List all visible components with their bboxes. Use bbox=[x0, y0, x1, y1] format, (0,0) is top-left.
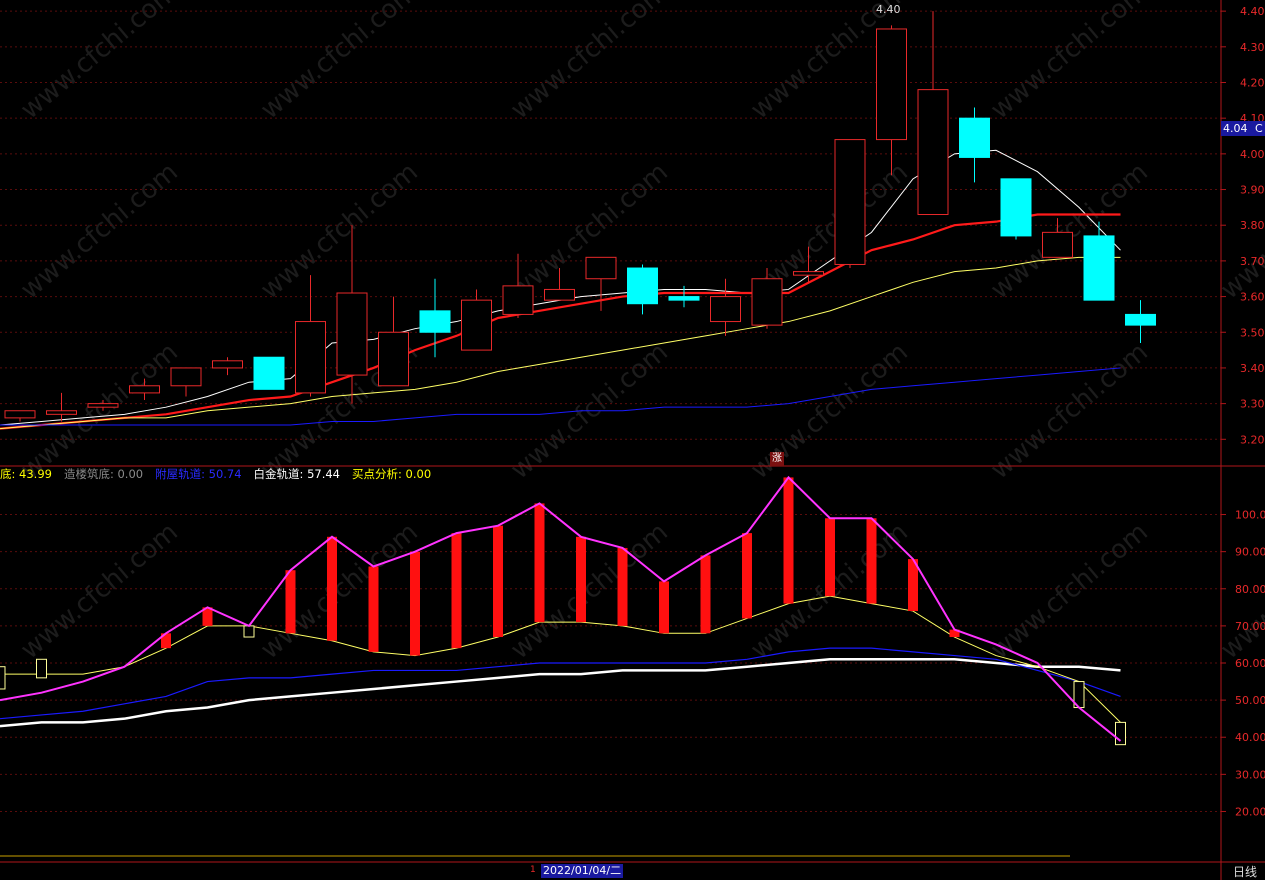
indicator-tick-label: 70.00 bbox=[1235, 620, 1265, 633]
candle-body bbox=[876, 28, 907, 141]
indicator-red-bar bbox=[327, 536, 337, 641]
watermark-text: www.cfchi.com bbox=[985, 337, 1154, 485]
candle-body bbox=[295, 321, 326, 394]
indicator-red-bar bbox=[617, 547, 628, 626]
current-price-tag: 4.04 C bbox=[1221, 121, 1265, 136]
candle-body bbox=[668, 296, 700, 301]
indicator-red-bar bbox=[866, 518, 877, 604]
candle-body bbox=[1125, 313, 1156, 326]
indicator-red-bar bbox=[534, 503, 545, 623]
watermark-text: www.cfchi.com bbox=[15, 0, 184, 125]
candle-body bbox=[959, 117, 990, 158]
cursor-date: 2022/01/04/二 bbox=[541, 864, 624, 878]
candle-body bbox=[544, 288, 575, 301]
candle-body bbox=[1042, 231, 1073, 258]
candle-body bbox=[502, 285, 534, 315]
price-tick-label: 3.70 bbox=[1240, 255, 1265, 268]
candle-body bbox=[336, 292, 368, 376]
indicator-hollow-bar bbox=[36, 658, 47, 679]
candle-body bbox=[627, 267, 658, 305]
candle-body bbox=[461, 299, 492, 351]
price-axis: 3.203.303.403.503.603.703.803.904.004.10… bbox=[0, 0, 1265, 880]
indicator-legend-item: 附屋轨道: 50.74 bbox=[155, 467, 242, 481]
zhang-badge: 涨 bbox=[770, 452, 784, 466]
price-tick-label: 3.40 bbox=[1240, 362, 1265, 375]
indicator-red-bar bbox=[451, 533, 462, 649]
indicator-red-bar bbox=[700, 555, 711, 634]
indicator-legend-item: 底: 43.99 bbox=[0, 467, 52, 481]
candle-body bbox=[170, 367, 202, 387]
candle-body bbox=[129, 385, 160, 394]
price-tick-label: 3.60 bbox=[1240, 291, 1265, 304]
watermark-text: www.cfchi.com bbox=[255, 0, 424, 125]
watermark-text: www.cfchi.com bbox=[985, 0, 1154, 125]
indicator-red-bar bbox=[493, 525, 503, 638]
price-tick-label: 3.30 bbox=[1240, 398, 1265, 411]
indicator-red-bar bbox=[410, 551, 420, 656]
indicator-tick-label: 20.00 bbox=[1235, 805, 1265, 818]
candle-body bbox=[378, 331, 409, 387]
candle-body bbox=[751, 278, 783, 326]
candle-body bbox=[1083, 235, 1115, 301]
candle-body bbox=[253, 356, 285, 390]
price-tick-label: 3.50 bbox=[1240, 326, 1265, 339]
cursor-marker: 1 bbox=[530, 865, 536, 875]
candle-body bbox=[793, 271, 824, 276]
indicator-tick-label: 40.00 bbox=[1235, 731, 1265, 744]
current-price-suffix: C bbox=[1255, 122, 1263, 135]
indicator-tick-label: 80.00 bbox=[1235, 583, 1265, 596]
indicator-tick-label: 100.00 bbox=[1235, 509, 1265, 522]
candle-body bbox=[710, 296, 741, 323]
indicator-legend-item: 买点分析: 0.00 bbox=[352, 467, 432, 481]
price-tick-label: 4.30 bbox=[1240, 41, 1265, 54]
indicator-red-bar bbox=[285, 570, 296, 634]
peak-price-label: 4.40 bbox=[876, 3, 901, 16]
price-tick-label: 4.00 bbox=[1240, 148, 1265, 161]
price-tick-label: 3.20 bbox=[1240, 433, 1265, 446]
watermark-text: www.cfchi.com bbox=[255, 157, 424, 305]
candle-body bbox=[46, 410, 77, 415]
indicator-red-bar bbox=[576, 536, 586, 623]
indicator-legend-item: 造楼筑底: 0.00 bbox=[63, 467, 144, 481]
price-tick-label: 4.40 bbox=[1240, 5, 1265, 18]
watermark-text: www.cfchi.com bbox=[985, 517, 1154, 665]
candle-body bbox=[4, 410, 36, 419]
indicator-tick-label: 60.00 bbox=[1235, 657, 1265, 670]
candle-body bbox=[834, 139, 866, 265]
period-tab-daily[interactable]: 日线 bbox=[1233, 863, 1257, 880]
watermark-text: www.cfchi.com bbox=[15, 157, 184, 305]
candle-body bbox=[212, 360, 243, 369]
indicator-tick-label: 30.00 bbox=[1235, 768, 1265, 781]
indicator-tick-label: 90.00 bbox=[1235, 546, 1265, 559]
watermark-text: www.cfchi.com bbox=[15, 517, 184, 665]
indicator-hollow-bar bbox=[1115, 721, 1126, 746]
price-tick-label: 3.90 bbox=[1240, 184, 1265, 197]
stock-chart[interactable]: www.cfchi.com www.cfchi.com www.cfchi.com w… bbox=[0, 0, 1265, 880]
price-tick-label: 4.20 bbox=[1240, 76, 1265, 89]
indicator-red-bar bbox=[368, 566, 379, 652]
platinum-track-line bbox=[0, 658, 1121, 728]
indicator-hollow-bar bbox=[243, 625, 255, 638]
candle-body bbox=[1000, 178, 1032, 237]
candle-body bbox=[585, 256, 617, 280]
indicator-red-bar bbox=[742, 533, 752, 619]
watermark-text: www.cfchi.com bbox=[505, 0, 674, 125]
watermark-text: www.cfchi.com bbox=[15, 337, 184, 485]
candle-body bbox=[917, 89, 949, 216]
candle-body bbox=[87, 403, 119, 408]
indicator-header: 底: 43.99 造楼筑底: 0.00 附屋轨道: 50.74 白金轨道: 57.44… bbox=[0, 466, 443, 482]
candle-body bbox=[419, 310, 451, 333]
indicator-red-bar bbox=[825, 518, 835, 597]
indicator-red-bar bbox=[659, 581, 669, 634]
indicator-legend-item: 白金轨道: 57.44 bbox=[253, 467, 340, 481]
indicator-hollow-bar bbox=[0, 666, 6, 690]
price-tick-label: 3.80 bbox=[1240, 219, 1265, 232]
current-price-value: 4.04 bbox=[1223, 122, 1248, 135]
indicator-tick-label: 50.00 bbox=[1235, 694, 1265, 707]
indicator-red-bar bbox=[783, 477, 794, 604]
